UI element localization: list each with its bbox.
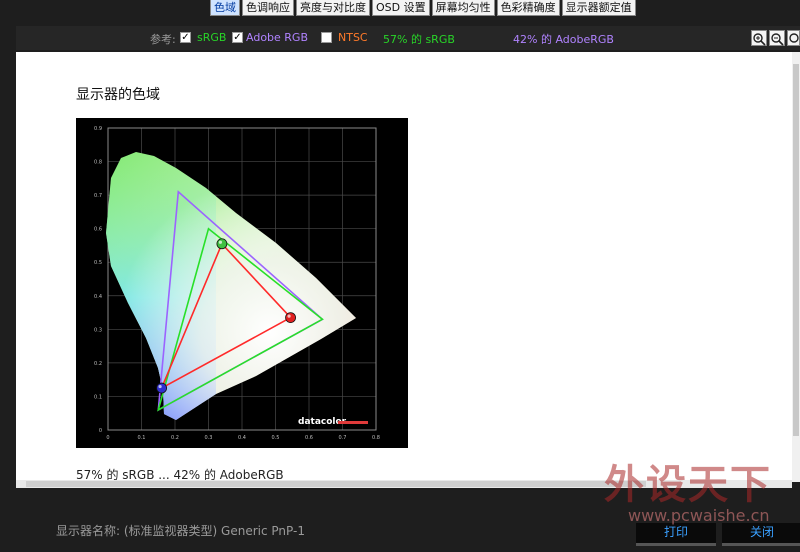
page-title: 显示器的色域: [76, 87, 160, 103]
blue-primary-point: [156, 382, 167, 394]
y-tick-label: 0.6: [94, 227, 102, 233]
adobe-rgb-checkbox[interactable]: ✓: [232, 32, 243, 43]
tab-color-gamut[interactable]: 色域: [210, 0, 240, 16]
x-tick-label: 0.5: [272, 435, 280, 441]
tab-color-accuracy[interactable]: 色彩精确度: [496, 0, 560, 16]
tab-osd-settings[interactable]: OSD 设置: [372, 0, 430, 16]
adobe-rgb-coverage: 42% 的 AdobeRGB: [513, 33, 614, 46]
y-tick-label: 0.9: [94, 126, 102, 132]
y-tick-label: 0.4: [94, 294, 102, 300]
vertical-scrollbar[interactable]: [792, 52, 800, 482]
reference-toolbar: 参考: ✓ sRGB ✓ Adobe RGB NTSC 57% 的 sRGB 4…: [16, 26, 800, 50]
tab-brightness-contrast[interactable]: 亮度与对比度: [296, 0, 370, 16]
y-tick-label: 0: [99, 428, 102, 434]
y-tick-label: 0.8: [94, 160, 102, 166]
green-primary-point-highlight: [218, 240, 222, 244]
y-tick-label: 0.1: [94, 394, 102, 400]
tab-tone-response[interactable]: 色调响应: [242, 0, 294, 16]
ntsc-checkbox[interactable]: [321, 32, 332, 43]
print-button[interactable]: 打印: [636, 523, 716, 546]
srgb-checkbox[interactable]: ✓: [180, 32, 191, 43]
tab-monitor-rating[interactable]: 显示器额定值: [561, 0, 636, 16]
x-tick-label: 0.4: [238, 435, 246, 441]
ntsc-label: NTSC: [338, 31, 368, 44]
x-tick-label: 0.2: [171, 435, 179, 441]
reference-label: 参考:: [150, 33, 176, 46]
gamut-svg: 0 0.1 0.2 0.3 0.4 0.5 0.6 0.7 0.8 0 0.1 0.2 0.3 0.4 0.…: [94, 126, 380, 441]
datacolor-logo-bar: [338, 421, 368, 424]
zoom-out-icon[interactable]: [769, 30, 785, 46]
tab-uniformity[interactable]: 屏幕均匀性: [431, 0, 495, 16]
watermark-logo: 外设天下: [604, 462, 772, 508]
zoom-in-icon[interactable]: [751, 30, 767, 46]
x-tick-label: 0: [106, 435, 109, 441]
x-tick-label: 0.6: [305, 435, 313, 441]
x-tick-label: 0.8: [372, 435, 380, 441]
report-panel: 显示器的色域 0 0.1 0.2 0.3 0.4 0.5 0.6 0.7 0.8…: [16, 52, 792, 480]
watermark-url: www.pcwaishe.cn: [628, 506, 770, 525]
x-tick-label: 0.1: [138, 435, 146, 441]
blue-primary-point-highlight: [158, 384, 162, 389]
y-tick-label: 0.7: [94, 193, 102, 199]
y-tick-label: 0.3: [94, 327, 102, 333]
tab-bar: 色域 色调响应 亮度与对比度 OSD 设置 屏幕均匀性 色彩精确度 显示器额定值: [210, 0, 636, 16]
red-primary-point: [285, 312, 296, 323]
close-button[interactable]: 关闭: [722, 523, 800, 546]
srgb-label: sRGB: [197, 31, 227, 44]
spectral-locus: [106, 152, 356, 420]
gamut-chart: 0 0.1 0.2 0.3 0.4 0.5 0.6 0.7 0.8 0 0.1 0.2 0.3 0.4 0.…: [76, 118, 408, 448]
x-tick-label: 0.3: [205, 435, 213, 441]
vertical-scrollbar-thumb[interactable]: [793, 64, 799, 436]
horizontal-scrollbar-thumb[interactable]: [26, 481, 646, 487]
adobe-rgb-label: Adobe RGB: [246, 31, 309, 44]
y-tick-label: 0.5: [94, 260, 102, 266]
green-primary-point: [216, 238, 228, 250]
red-primary-point-highlight: [287, 314, 291, 318]
x-tick-label: 0.7: [339, 435, 347, 441]
coverage-summary-text: 57% 的 sRGB ... 42% 的 AdobeRGB: [76, 468, 284, 480]
y-tick-label: 0.2: [94, 361, 102, 367]
monitor-name: 显示器名称: (标准监视器类型) Generic PnP-1: [56, 524, 305, 538]
zoom-fit-icon[interactable]: [787, 30, 800, 46]
srgb-coverage: 57% 的 sRGB: [383, 33, 455, 46]
